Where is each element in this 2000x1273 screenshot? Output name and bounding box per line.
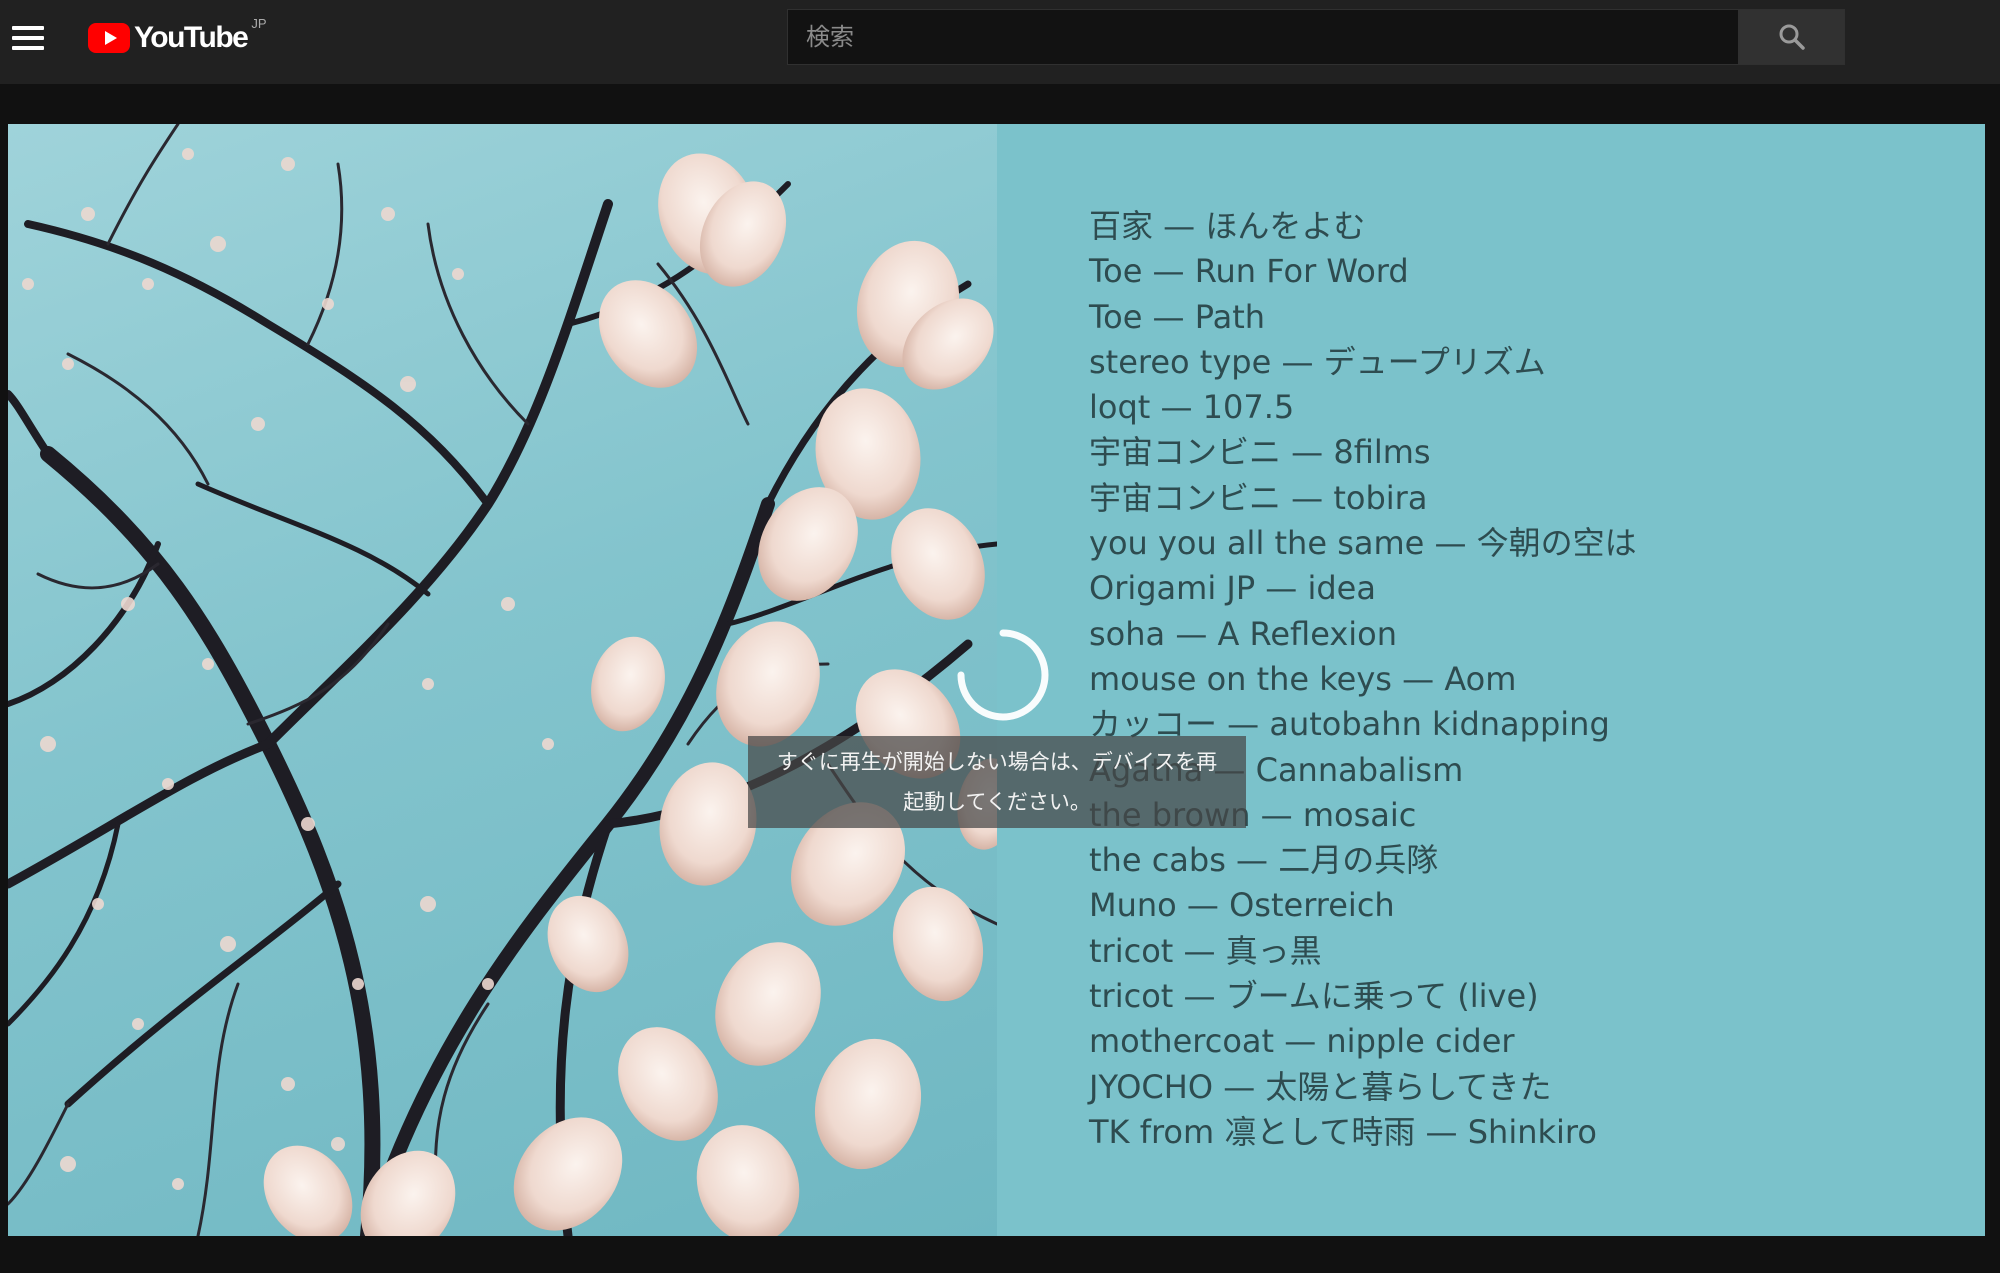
search-box [787,9,1739,65]
track-item: TK from 凛として時雨 — Shinkiro [1089,1112,1597,1151]
track-item: soha — A Reflexion [1089,614,1397,653]
youtube-logo[interactable]: YouTube JP [88,16,267,58]
branches-illustration [8,124,997,1236]
track-item: stereo type — デュープリズム [1089,342,1546,381]
track-item: 百家 — ほんをよむ [1089,207,1366,245]
youtube-play-icon [88,23,130,53]
message-line-2: 起動してください。 [903,790,1091,814]
track-item: JYOCHO — 太陽と暮らしてきた [1089,1067,1552,1106]
track-item: Toe — Run For Word [1089,252,1409,291]
track-item: mouse on the keys — Aom [1089,659,1517,698]
logo-region-code: JP [251,16,267,31]
track-item: Toe — Path [1089,297,1266,336]
magnolia-branches-image [8,124,997,1236]
video-player[interactable]: 百家 — ほんをよむ Toe — Run For Word Toe — Path… [8,124,1985,1236]
hamburger-menu-icon[interactable] [12,26,44,50]
track-item: you you all the same — 今朝の空は [1089,524,1637,563]
track-item: mothercoat — nipple cider [1089,1022,1515,1061]
track-item: tricot — 真っ黒 [1089,931,1322,970]
logo-wordmark: YouTube [134,21,249,54]
loading-spinner-icon [957,629,1049,721]
message-line-1: すぐに再生が開始しない場合は、デバイスを再 [776,750,1218,774]
track-item: 宇宙コンビニ — 8films [1089,433,1431,472]
search-input[interactable] [788,9,1738,65]
search-button[interactable] [1739,9,1845,65]
track-item: the cabs — 二月の兵隊 [1089,841,1439,880]
search-icon [1779,24,1805,50]
track-item: 宇宙コンビニ — tobira [1089,478,1428,517]
masthead: YouTube JP [0,0,2000,84]
track-item: loqt — 107.5 [1089,388,1295,427]
track-item: tricot — ブームに乗って (live) [1089,977,1539,1016]
track-list: 百家 — ほんをよむ Toe — Run For Word Toe — Path… [1089,204,1637,1155]
track-item: Origami JP — idea [1089,569,1376,608]
playback-restart-message: すぐに再生が開始しない場合は、デバイスを再 起動してください。 [748,736,1246,828]
track-item: Muno — Osterreich [1089,886,1395,925]
